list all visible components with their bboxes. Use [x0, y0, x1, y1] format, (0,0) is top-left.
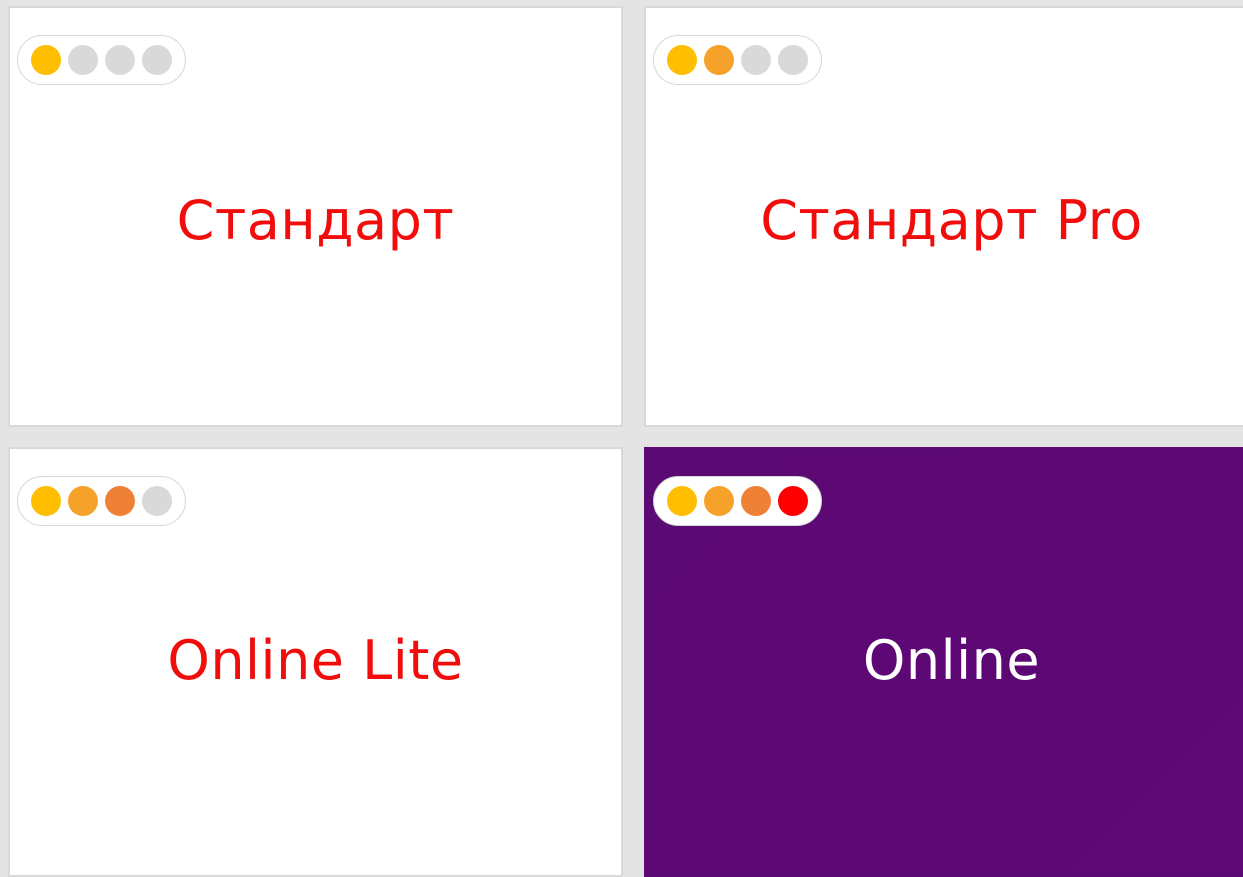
plan-title: Online: [862, 629, 1041, 692]
rating-indicator: [653, 35, 822, 85]
rating-dot: [778, 45, 808, 75]
plan-title: Стандарт: [176, 189, 455, 252]
plan-card-online-lite[interactable]: Online Lite: [8, 447, 623, 877]
rating-dot: [142, 45, 172, 75]
rating-indicator: [653, 476, 822, 526]
rating-dot: [741, 486, 771, 516]
rating-dot: [105, 486, 135, 516]
rating-dot: [68, 45, 98, 75]
rating-dot: [31, 45, 61, 75]
rating-dot: [704, 486, 734, 516]
rating-dot: [667, 486, 697, 516]
rating-indicator: [17, 35, 186, 85]
rating-indicator: [17, 476, 186, 526]
rating-dot: [778, 486, 808, 516]
rating-dot: [741, 45, 771, 75]
rating-dot: [31, 486, 61, 516]
plan-title: Стандарт Pro: [760, 189, 1143, 252]
rating-dot: [105, 45, 135, 75]
rating-dot: [68, 486, 98, 516]
plan-card-standard-pro[interactable]: Стандарт Pro: [644, 6, 1243, 427]
rating-dot: [667, 45, 697, 75]
plan-card-online[interactable]: Online: [644, 447, 1243, 877]
plan-card-standard[interactable]: Стандарт: [8, 6, 623, 427]
rating-dot: [142, 486, 172, 516]
rating-dot: [704, 45, 734, 75]
plan-title: Online Lite: [167, 629, 464, 692]
